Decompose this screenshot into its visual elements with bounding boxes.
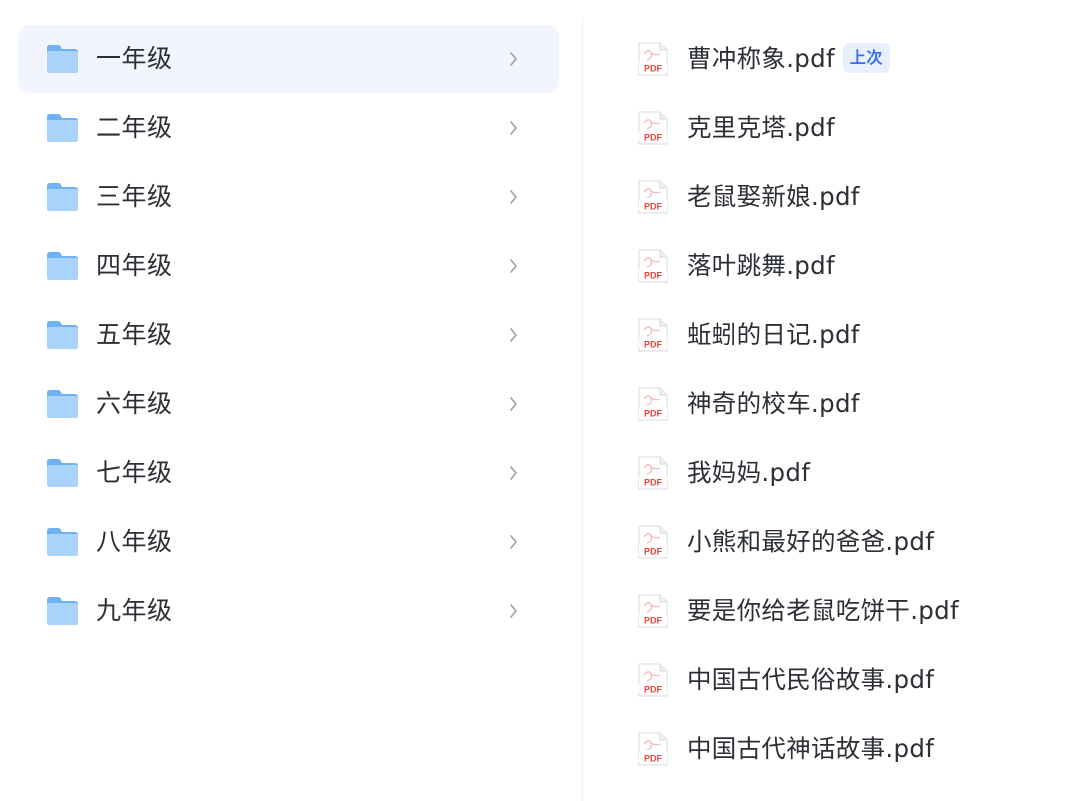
folder-icon — [46, 251, 79, 281]
pdf-icon-label: PDF — [644, 409, 663, 419]
file-name-wrapper: 老鼠娶新娘.pdf — [687, 163, 860, 231]
file-name: 中国古代神话故事.pdf — [687, 734, 935, 763]
file-row[interactable]: PDF 中国古代神话故事.pdf — [636, 715, 1066, 783]
file-row[interactable]: PDF 神奇的校车.pdf — [636, 370, 1066, 438]
pdf-icon-label: PDF — [644, 547, 663, 557]
pdf-icon-label: PDF — [644, 478, 663, 488]
folder-icon — [46, 182, 79, 212]
chevron-right-icon — [508, 325, 520, 345]
folder-icon — [46, 44, 79, 74]
file-name: 要是你给老鼠吃饼干.pdf — [687, 596, 959, 625]
folder-icon — [46, 458, 79, 488]
folder-icon — [46, 113, 79, 143]
folder-label: 二年级 — [96, 113, 173, 142]
pdf-icon-label: PDF — [644, 754, 663, 764]
file-row[interactable]: PDF 老鼠娶新娘.pdf — [636, 163, 1066, 231]
file-row[interactable]: PDF 落叶跳舞.pdf — [636, 232, 1066, 300]
file-name-wrapper: 我妈妈.pdf — [687, 439, 810, 507]
pdf-file-icon: PDF — [638, 111, 668, 145]
pdf-file-icon: PDF — [638, 594, 668, 628]
file-row[interactable]: PDF 克里克塔.pdf — [636, 94, 1066, 162]
chevron-right-icon — [508, 118, 520, 138]
file-name-wrapper: 克里克塔.pdf — [687, 94, 835, 162]
file-name-wrapper: 小熊和最好的爸爸.pdf — [687, 508, 934, 576]
file-name-wrapper: 中国古代神话故事.pdf — [687, 715, 934, 783]
pdf-file-icon: PDF — [638, 180, 668, 214]
folder-icon — [46, 527, 79, 557]
file-name: 神奇的校车.pdf — [687, 389, 860, 418]
folder-icon — [46, 596, 79, 626]
folder-label: 一年级 — [96, 44, 173, 73]
chevron-right-icon — [508, 394, 520, 414]
folder-row[interactable]: 五年级 — [18, 301, 559, 369]
last-opened-badge: 上次 — [842, 43, 890, 73]
pdf-icon-label: PDF — [644, 616, 663, 626]
chevron-right-icon — [508, 601, 520, 621]
folder-row[interactable]: 一年级 — [18, 25, 559, 93]
file-row[interactable]: PDF 曹冲称象.pdf 上次 — [636, 25, 1066, 93]
file-name: 我妈妈.pdf — [687, 458, 811, 487]
file-row[interactable]: PDF 要是你给老鼠吃饼干.pdf — [636, 577, 1066, 645]
file-name-wrapper: 要是你给老鼠吃饼干.pdf — [687, 577, 959, 645]
folder-label: 四年级 — [96, 251, 173, 280]
file-row[interactable]: PDF 中国古代民俗故事.pdf — [636, 646, 1066, 714]
folder-row[interactable]: 七年级 — [18, 439, 559, 507]
chevron-right-icon — [508, 463, 520, 483]
pdf-icon-label: PDF — [644, 202, 663, 212]
file-name: 老鼠娶新娘.pdf — [687, 182, 860, 211]
pdf-icon-label: PDF — [644, 133, 663, 143]
folder-label: 七年级 — [96, 458, 173, 487]
folder-list: 一年级二年级三年级四年级五年级六年级七年级八年级九年级 — [18, 25, 559, 646]
folder-label: 三年级 — [96, 182, 173, 211]
file-name: 落叶跳舞.pdf — [687, 251, 835, 280]
folder-icon — [46, 320, 79, 350]
pdf-file-icon: PDF — [638, 663, 668, 697]
pdf-file-icon: PDF — [638, 387, 668, 421]
file-name: 小熊和最好的爸爸.pdf — [687, 527, 935, 556]
file-row[interactable]: PDF 蚯蚓的日记.pdf — [636, 301, 1066, 369]
file-browser: 一年级二年级三年级四年级五年级六年级七年级八年级九年级 PDF 曹冲称象.pdf 上… — [0, 0, 1080, 801]
folder-label: 六年级 — [96, 389, 173, 418]
pdf-file-icon: PDF — [638, 249, 668, 283]
pdf-file-icon: PDF — [638, 525, 668, 559]
file-name: 蚯蚓的日记.pdf — [687, 320, 860, 349]
chevron-right-icon — [508, 49, 520, 69]
file-name-wrapper: 蚯蚓的日记.pdf — [687, 301, 860, 369]
folder-label: 五年级 — [96, 320, 173, 349]
folder-row[interactable]: 九年级 — [18, 577, 559, 645]
pdf-icon-label: PDF — [644, 271, 663, 281]
file-name: 克里克塔.pdf — [687, 113, 835, 142]
file-list: PDF 曹冲称象.pdf 上次 PDF 克里克塔.pdf PDF 老鼠娶新娘.pdf PDF 落… — [636, 25, 1066, 784]
pdf-icon-label: PDF — [644, 340, 663, 350]
file-name: 中国古代民俗故事.pdf — [687, 665, 935, 694]
file-name: 曹冲称象.pdf — [687, 44, 835, 73]
file-row[interactable]: PDF 小熊和最好的爸爸.pdf — [636, 508, 1066, 576]
folder-row[interactable]: 八年级 — [18, 508, 559, 576]
pdf-file-icon: PDF — [638, 42, 668, 76]
folder-label: 八年级 — [96, 527, 173, 556]
column-divider — [582, 18, 583, 801]
file-name-wrapper: 中国古代民俗故事.pdf — [687, 646, 934, 714]
folder-row[interactable]: 六年级 — [18, 370, 559, 438]
chevron-right-icon — [508, 532, 520, 552]
file-name-wrapper: 落叶跳舞.pdf — [687, 232, 835, 300]
folder-icon — [46, 389, 79, 419]
pdf-icon-label: PDF — [644, 64, 663, 74]
file-name-wrapper: 神奇的校车.pdf — [687, 370, 860, 438]
folder-label: 九年级 — [96, 596, 173, 625]
pdf-file-icon: PDF — [638, 318, 668, 352]
file-name-wrapper: 曹冲称象.pdf 上次 — [687, 25, 890, 93]
file-row[interactable]: PDF 我妈妈.pdf — [636, 439, 1066, 507]
pdf-icon-label: PDF — [644, 685, 663, 695]
chevron-right-icon — [508, 187, 520, 207]
pdf-file-icon: PDF — [638, 456, 668, 490]
folder-row[interactable]: 三年级 — [18, 163, 559, 231]
folder-row[interactable]: 四年级 — [18, 232, 559, 300]
pdf-file-icon: PDF — [638, 732, 668, 766]
folder-row[interactable]: 二年级 — [18, 94, 559, 162]
chevron-right-icon — [508, 256, 520, 276]
